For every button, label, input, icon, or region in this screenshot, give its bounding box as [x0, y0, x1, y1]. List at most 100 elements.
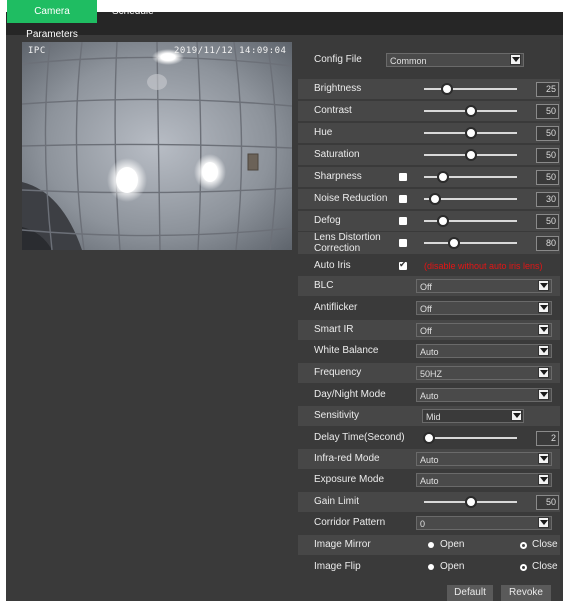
corridor-pattern-value: 0: [420, 519, 426, 529]
noise-reduction-slider-handle[interactable]: [429, 193, 442, 205]
exposure-mode-value: Auto: [420, 476, 439, 486]
image-flip-label: Image Flip: [314, 561, 361, 572]
chevron-down-icon[interactable]: [538, 389, 549, 400]
lens-distortion-row: Lens Distortion Correction 80: [298, 232, 560, 254]
contrast-row: Contrast 50: [298, 101, 560, 121]
hue-slider-handle[interactable]: [464, 127, 477, 139]
image-flip-close-label: Close: [532, 561, 558, 572]
chevron-down-icon[interactable]: [538, 474, 549, 485]
defog-checkbox[interactable]: [399, 217, 407, 225]
delay-time-slider-handle[interactable]: [422, 432, 435, 444]
defog-value-input[interactable]: 50: [536, 214, 559, 229]
brightness-row: Brightness 25: [298, 79, 560, 99]
saturation-slider-handle[interactable]: [464, 149, 477, 161]
infrared-mode-label: Infra-red Mode: [314, 453, 380, 464]
exposure-mode-row: Exposure Mode Auto: [298, 470, 560, 490]
blc-value: Off: [420, 282, 432, 292]
lens-distortion-slider-track[interactable]: [424, 242, 517, 244]
image-flip-open-radio[interactable]: [428, 564, 434, 570]
frequency-select[interactable]: 50HZ: [416, 366, 552, 380]
auto-iris-checkbox[interactable]: [399, 259, 407, 270]
chevron-down-icon[interactable]: [538, 367, 549, 378]
auto-iris-row: Auto Iris (disable without auto iris len…: [298, 256, 560, 276]
infrared-mode-value: Auto: [420, 455, 439, 465]
config-file-label: Config File: [314, 54, 362, 65]
gain-limit-row: Gain Limit 50: [298, 492, 560, 512]
chevron-down-icon[interactable]: [538, 280, 549, 291]
lens-distortion-label: Lens Distortion Correction: [314, 232, 381, 254]
auto-iris-warning: (disable without auto iris lens): [424, 261, 543, 271]
delay-time-label: Delay Time(Second): [314, 432, 405, 443]
delay-time-slider-track[interactable]: [424, 437, 517, 439]
frequency-label: Frequency: [314, 367, 362, 378]
sharpness-row: Sharpness 50: [298, 167, 560, 187]
defog-slider-handle[interactable]: [436, 215, 449, 227]
sharpness-checkbox[interactable]: [399, 173, 407, 181]
image-mirror-row: Image Mirror Open Close: [298, 535, 560, 555]
chevron-down-icon[interactable]: [510, 54, 521, 65]
lens-distortion-checkbox[interactable]: [399, 239, 407, 247]
delay-time-value-input[interactable]: 2: [536, 431, 559, 446]
blc-row: BLC Off: [298, 276, 560, 296]
chevron-down-icon[interactable]: [538, 345, 549, 356]
blc-select[interactable]: Off: [416, 279, 552, 293]
sharpness-slider-handle[interactable]: [436, 171, 449, 183]
smart-ir-select[interactable]: Off: [416, 323, 552, 337]
image-flip-close-radio[interactable]: [520, 564, 527, 571]
corridor-pattern-label: Corridor Pattern: [314, 517, 386, 528]
noise-reduction-checkbox[interactable]: [399, 195, 407, 203]
chevron-down-icon[interactable]: [538, 453, 549, 464]
antiflicker-select[interactable]: Off: [416, 301, 552, 315]
image-mirror-close-label: Close: [532, 539, 558, 550]
gain-limit-value-input[interactable]: 50: [536, 495, 559, 510]
delay-time-row: Delay Time(Second) 2: [298, 428, 560, 448]
lens-distortion-value-input[interactable]: 80: [536, 236, 559, 251]
config-file-select[interactable]: Common: [386, 53, 524, 67]
default-button[interactable]: Default: [447, 585, 493, 601]
chevron-down-icon[interactable]: [538, 517, 549, 528]
noise-reduction-label: Noise Reduction: [314, 193, 388, 204]
brightness-slider-track[interactable]: [424, 88, 517, 90]
exposure-mode-label: Exposure Mode: [314, 474, 385, 485]
blc-label: BLC: [314, 280, 334, 291]
hue-value-input[interactable]: 50: [536, 126, 559, 141]
corridor-pattern-row: Corridor Pattern 0: [298, 513, 560, 533]
smart-ir-value: Off: [420, 326, 432, 336]
saturation-row: Saturation 50: [298, 145, 560, 165]
infrared-mode-row: Infra-red Mode Auto: [298, 449, 560, 469]
exposure-mode-select[interactable]: Auto: [416, 473, 552, 487]
revoke-button[interactable]: Revoke: [501, 585, 551, 601]
infrared-mode-select[interactable]: Auto: [416, 452, 552, 466]
sensitivity-value: Mid: [426, 412, 441, 422]
brightness-value-input[interactable]: 25: [536, 82, 559, 97]
gain-limit-slider-handle[interactable]: [464, 496, 477, 508]
contrast-slider-handle[interactable]: [464, 105, 477, 117]
frequency-row: Frequency 50HZ: [298, 363, 560, 383]
hue-label: Hue: [314, 127, 333, 138]
lens-distortion-slider-handle[interactable]: [447, 237, 460, 249]
config-file-row: Config File Common: [298, 50, 560, 70]
day-night-mode-select[interactable]: Auto: [416, 388, 552, 402]
sensitivity-select[interactable]: Mid: [422, 409, 524, 423]
chevron-down-icon[interactable]: [538, 302, 549, 313]
saturation-value-input[interactable]: 50: [536, 148, 559, 163]
chevron-down-icon[interactable]: [511, 410, 522, 421]
noise-reduction-value-input[interactable]: 30: [536, 192, 559, 207]
sharpness-value-input[interactable]: 50: [536, 170, 559, 185]
antiflicker-row: Antiflicker Off: [298, 298, 560, 318]
white-balance-row: White Balance Auto: [298, 341, 560, 361]
white-balance-select[interactable]: Auto: [416, 344, 552, 358]
sensitivity-row: Sensitivity Mid: [298, 406, 560, 426]
image-mirror-close-radio[interactable]: [520, 542, 527, 549]
smart-ir-row: Smart IR Off: [298, 320, 560, 340]
live-video-preview: IPC 2019/11/12 14:09:04: [22, 42, 292, 250]
brightness-slider-handle[interactable]: [441, 83, 454, 95]
image-mirror-open-radio[interactable]: [428, 542, 434, 548]
osd-channel-label: IPC: [28, 46, 46, 56]
chevron-down-icon[interactable]: [538, 324, 549, 335]
contrast-value-input[interactable]: 50: [536, 104, 559, 119]
tab-camera-parameters[interactable]: Camera Parameters: [7, 0, 97, 40]
tab-schedule[interactable]: Schedule: [106, 0, 160, 23]
corridor-pattern-select[interactable]: 0: [416, 516, 552, 530]
sharpness-label: Sharpness: [314, 171, 362, 182]
